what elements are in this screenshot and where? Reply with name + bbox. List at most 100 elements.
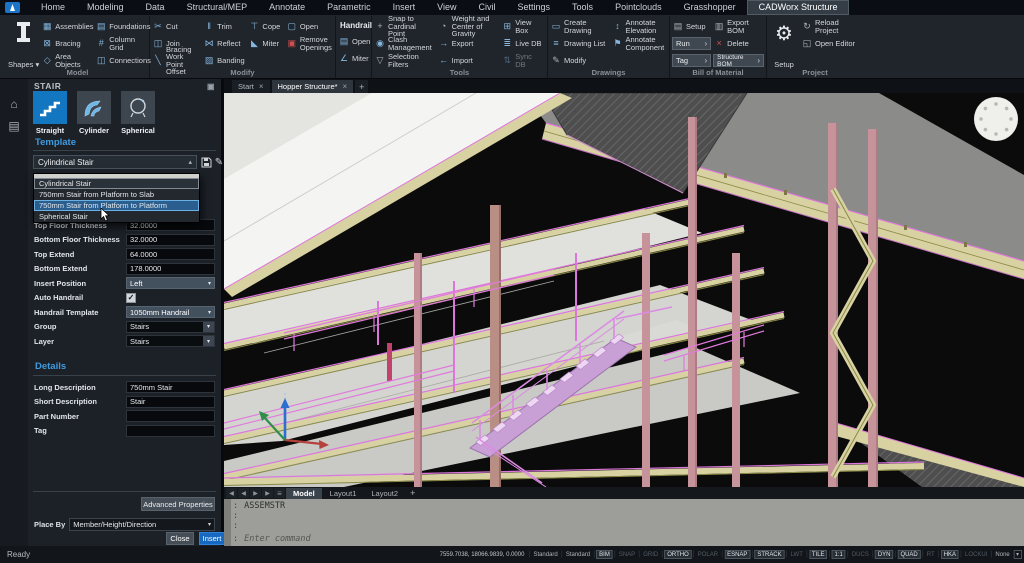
place-by-select[interactable]: Member/Height/Direction▾: [69, 518, 215, 531]
create-drawing-button[interactable]: ▭Create Drawing: [550, 18, 609, 35]
status-scale-1-1[interactable]: 1:1: [832, 550, 846, 559]
layout-menu-icon[interactable]: ≡: [274, 488, 285, 498]
view-box-button[interactable]: ⊞View Box: [501, 18, 545, 35]
bom-setup-button[interactable]: ▤Setup: [672, 18, 711, 35]
stair-type-cylinder-button[interactable]: [77, 91, 111, 124]
banding-button[interactable]: ▨Banding: [203, 52, 246, 69]
handrail-open-button[interactable]: ▤Open: [338, 33, 372, 50]
stair-type-spherical-button[interactable]: [121, 91, 155, 124]
cut-button[interactable]: ✂Cut: [152, 18, 201, 35]
open-button[interactable]: ▢Open: [286, 18, 333, 35]
auto-handrail-checkbox[interactable]: [126, 293, 136, 303]
command-input[interactable]: Enter command: [233, 534, 1020, 544]
bottom-extend-input[interactable]: 178.0000: [126, 263, 215, 275]
first-layout-icon[interactable]: ◀: [226, 488, 237, 498]
long-description-input[interactable]: 750mm Stair: [126, 381, 215, 393]
menu-view[interactable]: View: [426, 0, 467, 15]
new-tab-button[interactable]: +: [355, 80, 368, 93]
dropdown-option-cylindrical-stair[interactable]: Cylindrical Stair: [34, 178, 199, 189]
menu-pointclouds[interactable]: Pointclouds: [604, 0, 673, 15]
cope-button[interactable]: ⊤Cope: [248, 18, 283, 35]
bom-run-button[interactable]: Run: [672, 37, 711, 50]
menu-home[interactable]: Home: [30, 0, 76, 15]
handrail-template-select[interactable]: 1050mm Handrail▾: [126, 306, 215, 318]
status-toggle-snap[interactable]: SNAP: [617, 551, 637, 558]
template-combobox[interactable]: Cylindrical Stair ▴: [33, 155, 197, 169]
stair-type-straight-button[interactable]: [33, 91, 67, 124]
project-setup-button[interactable]: ⚙ Setup: [769, 18, 799, 69]
import-button[interactable]: ←Import: [438, 52, 500, 69]
status-toggle-tile[interactable]: TILE: [809, 550, 827, 559]
export-bom-button[interactable]: ▥Export BOM: [713, 18, 764, 35]
menu-tools[interactable]: Tools: [561, 0, 604, 15]
status-toggle-lwt[interactable]: LWT: [789, 551, 805, 558]
command-line-panel[interactable]: ASSEMSTR Enter command: [224, 499, 1024, 546]
handrail-miter-button[interactable]: ∠Miter: [338, 50, 372, 67]
status-dimstyle-standard[interactable]: Standard: [564, 551, 592, 558]
dropdown-option-750-platform-to-platform[interactable]: 750mm Stair from Platform to Platform: [34, 200, 199, 211]
command-gutter[interactable]: [224, 499, 231, 546]
top-extend-input[interactable]: 64.0000: [126, 248, 215, 260]
open-editor-button[interactable]: ◱Open Editor: [801, 35, 861, 52]
advanced-properties-button[interactable]: Advanced Properties: [141, 497, 215, 511]
status-toggle-hka[interactable]: HKA: [941, 550, 959, 559]
bom-delete-button[interactable]: ×Delete: [713, 35, 764, 52]
prev-layout-icon[interactable]: ◀: [238, 488, 249, 498]
status-toggle-ducs[interactable]: DUCS: [850, 551, 871, 558]
layout-tab-model[interactable]: Model: [286, 488, 322, 499]
menu-modeling[interactable]: Modeling: [76, 0, 135, 15]
tag-input[interactable]: [126, 425, 215, 437]
menu-civil[interactable]: Civil: [468, 0, 507, 15]
status-annotation-none[interactable]: None: [994, 551, 1012, 558]
status-toggle-ortho[interactable]: ORTHO: [665, 550, 692, 559]
status-toggle-bim[interactable]: BIM: [597, 550, 613, 559]
reflect-button[interactable]: ⋈Reflect: [203, 35, 246, 52]
annotate-elevation-button[interactable]: ↕Annotate Elevation: [611, 18, 667, 35]
area-objects-button[interactable]: ◇Area Objects: [41, 52, 93, 69]
insert-button[interactable]: Insert: [199, 532, 225, 545]
tab-start[interactable]: Start×: [232, 80, 270, 93]
assemblies-button[interactable]: ▦Assemblies: [41, 18, 93, 35]
foundations-button[interactable]: ▤Foundations: [95, 18, 147, 35]
status-toggle-rt[interactable]: RT: [925, 551, 937, 558]
connections-button[interactable]: ◫Connections: [95, 52, 147, 69]
bracing-button[interactable]: ⊠Bracing: [41, 35, 93, 52]
reload-project-button[interactable]: ↻Reload Project: [801, 18, 861, 35]
layout-tab-layout2[interactable]: Layout2: [364, 488, 405, 499]
menu-data[interactable]: Data: [135, 0, 176, 15]
menu-cadworx-structure[interactable]: CADWorx Structure: [747, 0, 850, 15]
close-button[interactable]: Close: [166, 532, 194, 545]
menu-settings[interactable]: Settings: [507, 0, 562, 15]
bom-tag-button[interactable]: Tag: [672, 54, 711, 67]
new-layout-button[interactable]: +: [406, 488, 419, 498]
drawing-list-button[interactable]: ≡Drawing List: [550, 35, 609, 52]
dropdown-option-750-platform-to-slab[interactable]: 750mm Stair from Platform to Slab: [34, 189, 199, 200]
remove-openings-button[interactable]: ▣Remove Openings: [286, 35, 333, 52]
last-layout-icon[interactable]: ▶: [262, 488, 273, 498]
bottom-floor-thickness-input[interactable]: 32.0000: [126, 234, 215, 246]
menu-insert[interactable]: Insert: [382, 0, 427, 15]
annotate-component-button[interactable]: ⚑Annotate Component: [611, 35, 667, 52]
next-layout-icon[interactable]: ▶: [250, 488, 261, 498]
close-icon[interactable]: ×: [343, 82, 348, 91]
short-description-input[interactable]: Stair: [126, 396, 215, 408]
status-toggle-grid[interactable]: GRID: [642, 551, 661, 558]
status-style-standard[interactable]: Standard: [532, 551, 560, 558]
viewport-3d-model[interactable]: [224, 93, 1024, 487]
export-button[interactable]: →Export: [438, 35, 500, 52]
status-toggle-lockui[interactable]: LOCKUI: [963, 551, 989, 558]
menu-parametric[interactable]: Parametric: [316, 0, 382, 15]
menu-annotate[interactable]: Annotate: [258, 0, 316, 15]
panel-dock-icon[interactable]: ▣: [207, 82, 215, 91]
shapes-button[interactable]: Shapes▾: [8, 18, 39, 69]
status-toggle-polar[interactable]: POLAR: [696, 551, 720, 558]
status-toggle-strack[interactable]: STRACK: [755, 550, 785, 559]
close-icon[interactable]: ×: [259, 82, 264, 91]
app-logo-icon[interactable]: [5, 2, 20, 13]
status-dropdown-icon[interactable]: ▾: [1014, 550, 1022, 559]
part-number-input[interactable]: [126, 410, 215, 422]
bracing-work-point-offset-button[interactable]: ╲Bracing Work Point Offset: [152, 52, 201, 69]
menu-structural-mep[interactable]: Structural/MEP: [176, 0, 259, 15]
tab-hopper-structure[interactable]: Hopper Structure*×: [272, 80, 354, 93]
miter-button[interactable]: ◣Miter: [248, 35, 283, 52]
